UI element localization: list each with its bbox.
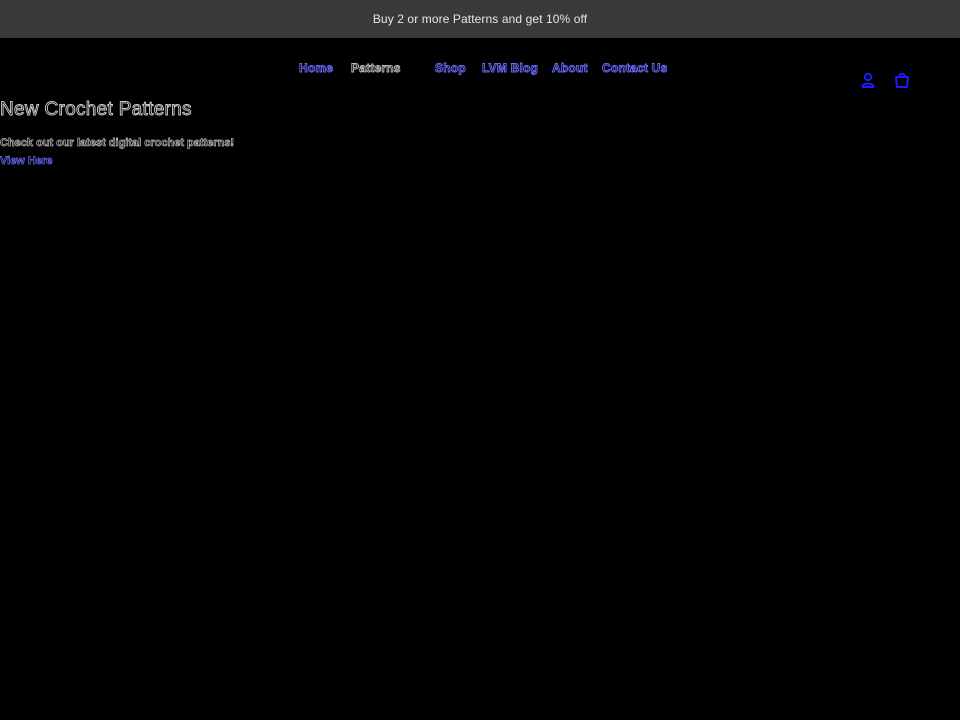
cart-icon [895, 72, 909, 88]
hero-title: New Crochet Patterns [0, 99, 192, 121]
hero-subtitle: Check out our latest digital crochet pat… [0, 137, 235, 150]
main-navigation: Home Patterns Shop LVM Blog About Contac… [0, 61, 960, 79]
account-button[interactable] [859, 71, 877, 89]
announcement-bar: Buy 2 or more Patterns and get 10% off [0, 0, 960, 38]
view-here-link[interactable]: View Here [0, 155, 53, 168]
nav-item-patterns[interactable]: Patterns [351, 61, 401, 76]
nav-item-shop[interactable]: Shop [435, 61, 466, 76]
cart-button[interactable] [893, 71, 911, 89]
account-icon [861, 72, 875, 88]
announcement-text: Buy 2 or more Patterns and get 10% off [372, 12, 588, 26]
nav-item-lvm-blog[interactable]: LVM Blog [482, 61, 539, 76]
nav-item-home[interactable]: Home [299, 61, 334, 76]
nav-item-contact-us[interactable]: Contact Us [602, 61, 668, 76]
nav-item-about[interactable]: About [552, 61, 588, 76]
